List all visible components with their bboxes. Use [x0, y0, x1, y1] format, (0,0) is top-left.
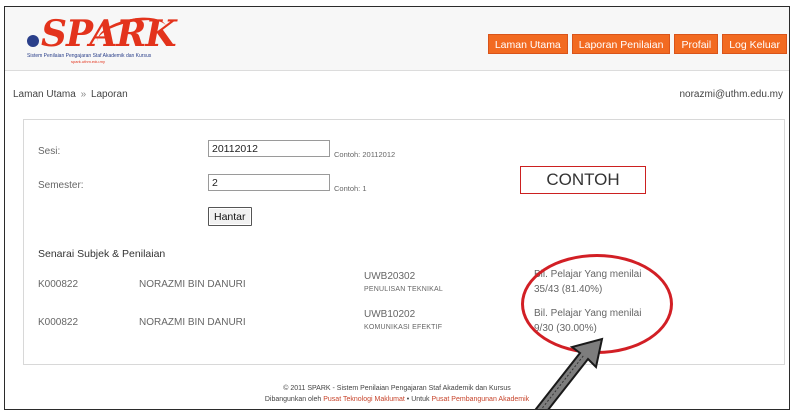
subject-code: UWB10202 [364, 309, 416, 320]
contoh-annotation-box: CONTOH [520, 166, 646, 194]
nav-laman-utama[interactable]: Laman Utama [487, 34, 568, 54]
nav-laporan-penilaian[interactable]: Laporan Penilaian [571, 34, 671, 54]
subject-name: PENULISAN TEKNIKAL [364, 286, 443, 293]
footer-credits: Dibangunkan oleh Pusat Teknologi Makluma… [5, 394, 789, 405]
report-panel: Sesi: Contoh: 20112012 Semester: Contoh:… [23, 119, 785, 365]
staff-id: K000822 [38, 317, 79, 328]
footer-prefix: Dibangunkan oleh [264, 396, 322, 403]
staff-name: NORAZMI BIN DANURI [139, 317, 246, 328]
footer-separator: • [406, 396, 410, 403]
sesi-input[interactable] [208, 140, 330, 157]
main-nav: Laman Utama Laporan Penilaian Profail Lo… [487, 34, 787, 54]
logo-subtitle: spark.uthm.edu.my [71, 59, 106, 64]
semester-input[interactable] [208, 174, 330, 191]
eval-value: 9/30 (30.00%) [534, 323, 597, 334]
breadcrumb: Laman Utama » Laporan [13, 89, 128, 100]
breadcrumb-home-link[interactable]: Laman Utama [13, 89, 76, 100]
subject-code: UWB20302 [364, 271, 416, 282]
subject-name: KOMUNIKASI EFEKTIF [364, 324, 443, 331]
hantar-button[interactable]: Hantar [208, 207, 252, 226]
footer-copyright: © 2011 SPARK - Sistem Penilaian Pengajar… [283, 385, 511, 392]
footer-ppa-link[interactable]: Pusat Pembangunan Akademik [431, 396, 529, 403]
nav-log-keluar[interactable]: Log Keluar [722, 34, 787, 54]
breadcrumb-bar: Laman Utama » Laporan norazmi@uthm.edu.m… [5, 86, 789, 104]
sesi-label: Sesi: [38, 146, 61, 157]
staff-name: NORAZMI BIN DANURI [139, 279, 246, 290]
footer-mid: Untuk [411, 396, 430, 403]
eval-value: 35/43 (81.40%) [534, 284, 603, 295]
site-header: SPARK Sistem Penilaian Pengajaran Staf A… [5, 7, 789, 71]
sesi-hint: Contoh: 20112012 [334, 150, 396, 159]
browser-frame: SPARK Sistem Penilaian Pengajaran Staf A… [4, 6, 790, 410]
semester-label: Semester: [38, 180, 84, 191]
semester-hint: Contoh: 1 [334, 184, 367, 193]
list-title: Senarai Subjek & Penilaian [38, 248, 166, 260]
footer-ptm-link[interactable]: Pusat Teknologi Maklumat [323, 396, 405, 403]
eval-label: Bil. Pelajar Yang menilai [534, 308, 642, 319]
eval-label: Bil. Pelajar Yang menilai [534, 269, 642, 280]
user-email: norazmi@uthm.edu.my [679, 89, 783, 100]
site-footer: © 2011 SPARK - Sistem Penilaian Pengajar… [5, 383, 789, 405]
nav-profail[interactable]: Profail [674, 34, 719, 54]
staff-id: K000822 [38, 279, 79, 290]
spark-logo[interactable]: SPARK Sistem Penilaian Pengajaran Staf A… [27, 12, 187, 64]
logo-emblem-icon [27, 35, 39, 47]
breadcrumb-separator: » [80, 89, 87, 100]
breadcrumb-current: Laporan [90, 89, 128, 100]
